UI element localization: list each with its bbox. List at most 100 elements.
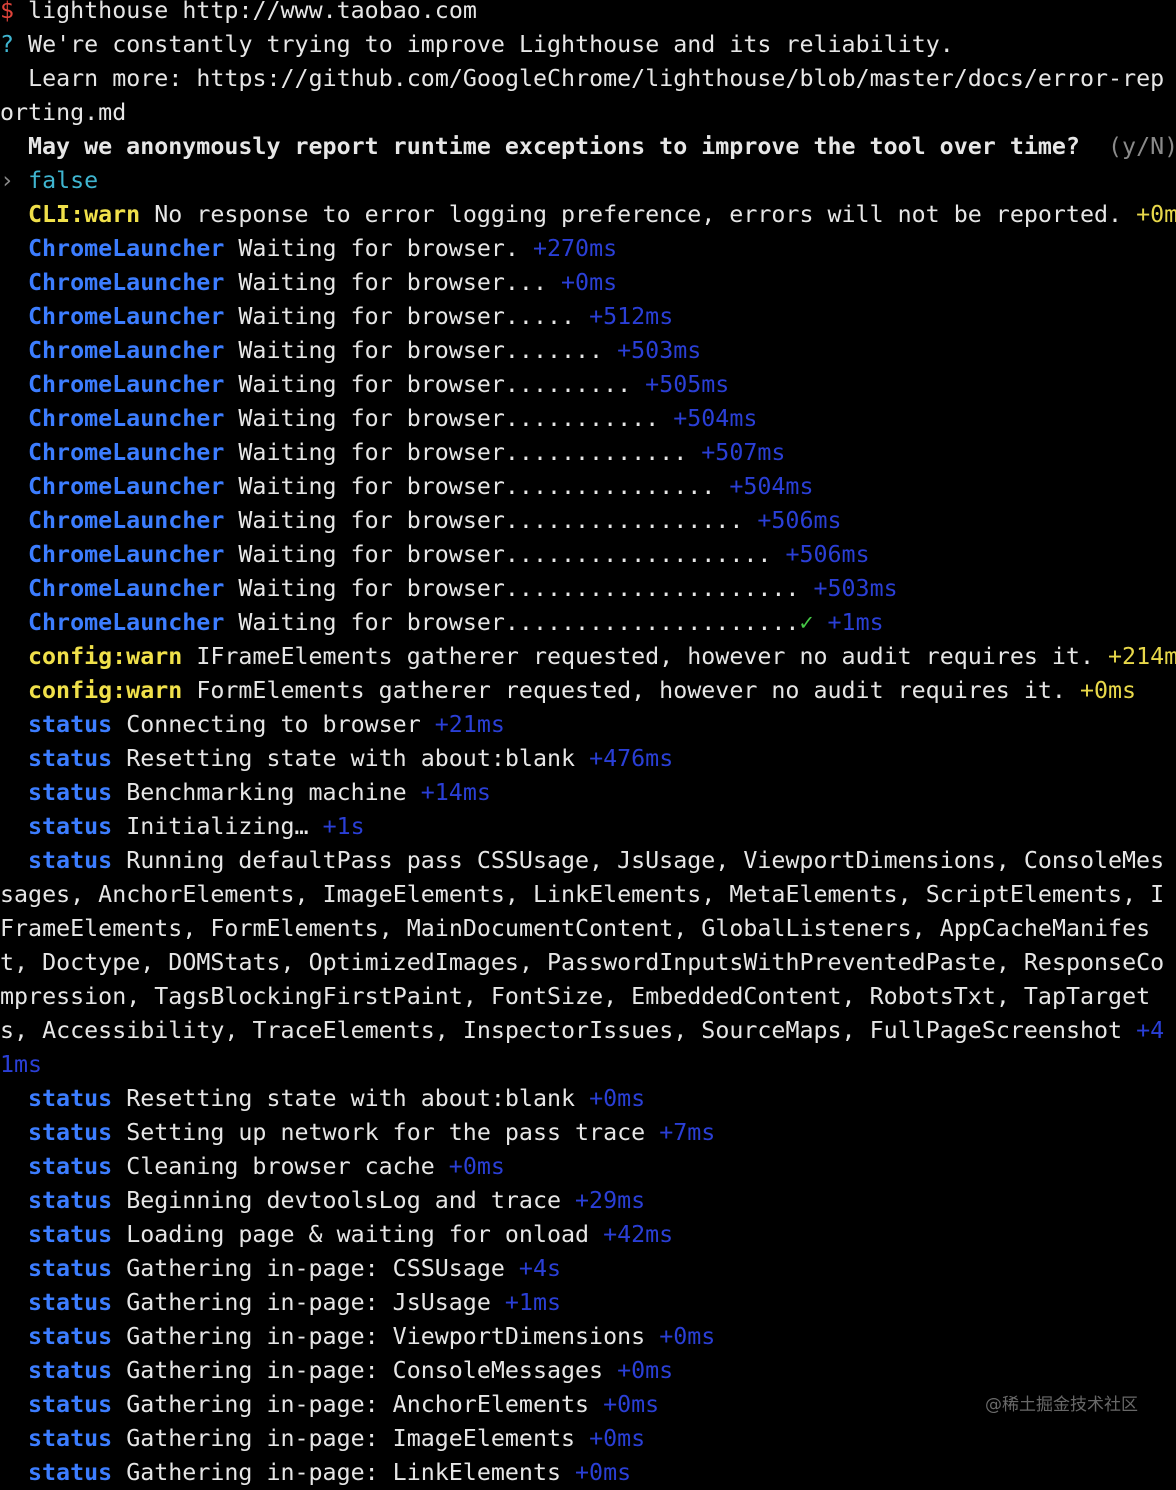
log-message: Resetting state with about:blank <box>126 1085 576 1112</box>
log-tag: status <box>28 711 113 738</box>
log-message: Setting up network for the pass trace <box>126 1119 646 1146</box>
log-message: Waiting for browser............. <box>238 439 688 466</box>
log-line: config:warn IFrameElements gatherer requ… <box>0 640 1176 674</box>
log-message: Waiting for browser..................... <box>238 575 800 602</box>
log-tag: ChromeLauncher <box>28 303 225 330</box>
log-tag: status <box>28 1221 113 1248</box>
log-line: status Gathering in-page: ViewportDimens… <box>0 1320 1176 1354</box>
log-message: Gathering in-page: ConsoleMessages <box>126 1357 604 1384</box>
log-elapsed-time: +0ms <box>448 1153 505 1180</box>
log-elapsed-time: +1ms <box>504 1289 562 1316</box>
answer-value: false <box>28 167 99 194</box>
log-tag: status <box>28 1289 113 1316</box>
log-message: Waiting for browser........... <box>238 405 660 432</box>
terminal-output: $ lighthouse http://www.taobao.com ? We'… <box>0 0 1176 1490</box>
question-line-2: Learn more: https://github.com/GoogleChr… <box>0 65 1165 126</box>
log-elapsed-time: +503ms <box>617 337 702 364</box>
log-tag: status <box>28 847 113 874</box>
log-tag: ChromeLauncher <box>28 575 225 602</box>
log-message: Beginning devtoolsLog and trace <box>126 1187 561 1214</box>
log-message: Waiting for browser................... <box>238 541 772 568</box>
log-line: ChromeLauncher Waiting for browser......… <box>0 606 1176 640</box>
log-message: Waiting for browser............... <box>238 473 716 500</box>
log-lines: CLI:warn No response to error logging pr… <box>0 198 1176 1490</box>
log-tag: ChromeLauncher <box>28 405 225 432</box>
question-line-1: ? We're constantly trying to improve Lig… <box>0 28 1176 62</box>
log-tag: ChromeLauncher <box>28 473 225 500</box>
log-line: status Beginning devtoolsLog and trace +… <box>0 1184 1176 1218</box>
log-tag: ChromeLauncher <box>28 507 225 534</box>
log-message: Waiting for browser... <box>238 269 547 296</box>
log-elapsed-time: +21ms <box>434 711 505 738</box>
question-prompt: May we anonymously report runtime except… <box>28 133 1080 160</box>
log-message: Gathering in-page: ImageElements <box>126 1425 576 1452</box>
log-line: status Loading page & waiting for onload… <box>0 1218 1176 1252</box>
log-elapsed-time: +476ms <box>589 745 674 772</box>
log-tag: status <box>28 1391 113 1418</box>
log-line: ChromeLauncher Waiting for browser......… <box>0 504 1176 538</box>
log-line: ChromeLauncher Waiting for browser......… <box>0 572 1176 606</box>
log-tag: CLI:warn <box>28 201 141 228</box>
log-line: status Gathering in-page: ImageElements … <box>0 1422 1176 1456</box>
log-elapsed-time: +1s <box>322 813 365 840</box>
answer-hint: (y/N) <box>1108 133 1176 160</box>
log-line: status Gathering in-page: JsUsage +1ms <box>0 1286 1176 1320</box>
log-line: ChromeLauncher Waiting for browser. +270… <box>0 232 1176 266</box>
log-tag: ChromeLauncher <box>28 609 225 636</box>
log-message: Waiting for browser......... <box>238 371 632 398</box>
log-message: Benchmarking machine <box>126 779 407 806</box>
log-message: Gathering in-page: LinkElements <box>126 1459 561 1486</box>
log-message: Waiting for browser..... <box>238 303 576 330</box>
log-line: status Running defaultPass pass CSSUsage… <box>0 844 1176 1082</box>
log-message: Gathering in-page: ViewportDimensions <box>126 1323 646 1350</box>
log-message: Gathering in-page: CSSUsage <box>126 1255 505 1282</box>
log-tag: status <box>28 779 113 806</box>
log-message: Gathering in-page: JsUsage <box>126 1289 491 1316</box>
log-tag: config:warn <box>28 677 183 704</box>
log-elapsed-time: +506ms <box>757 507 842 534</box>
log-line: status Setting up network for the pass t… <box>0 1116 1176 1150</box>
log-tag: ChromeLauncher <box>28 337 225 364</box>
log-line: ChromeLauncher Waiting for browser..... … <box>0 300 1176 334</box>
log-elapsed-time: +512ms <box>589 303 674 330</box>
log-elapsed-time: +0ms <box>1079 677 1137 704</box>
log-elapsed-time: +7ms <box>659 1119 716 1146</box>
log-elapsed-time: +0ms <box>659 1323 716 1350</box>
log-message: Initializing… <box>126 813 309 840</box>
log-line: ChromeLauncher Waiting for browser......… <box>0 436 1176 470</box>
log-line: status Resetting state with about:blank … <box>0 742 1176 776</box>
log-message: Waiting for browser....... <box>238 337 604 364</box>
log-message: Waiting for browser..................... <box>238 609 800 636</box>
log-elapsed-time: +0ms <box>603 1391 660 1418</box>
question-prompt-line: May we anonymously report runtime except… <box>0 130 1176 164</box>
log-message: Waiting for browser. <box>238 235 519 262</box>
log-tag: status <box>28 813 113 840</box>
log-elapsed-time: +0ms <box>589 1425 646 1452</box>
log-elapsed-time: +4s <box>518 1255 561 1282</box>
question-mark-icon: ? <box>0 31 15 58</box>
log-elapsed-time: +0ms <box>561 269 618 296</box>
log-message: Waiting for browser................. <box>238 507 744 534</box>
log-message: IFrameElements gatherer requested, howev… <box>196 643 1094 670</box>
log-message: No response to error logging preference,… <box>154 201 1123 228</box>
log-message: Connecting to browser <box>126 711 421 738</box>
log-line: status Benchmarking machine +14ms <box>0 776 1176 810</box>
command-text: lighthouse http://www.taobao.com <box>14 0 477 24</box>
log-elapsed-time: +504ms <box>729 473 814 500</box>
chevron-right-icon: › <box>0 167 15 194</box>
log-line: ChromeLauncher Waiting for browser......… <box>0 368 1176 402</box>
log-tag: ChromeLauncher <box>28 235 225 262</box>
log-elapsed-time: +505ms <box>645 371 730 398</box>
log-elapsed-time: +270ms <box>532 235 618 262</box>
log-line: ChromeLauncher Waiting for browser... +0… <box>0 266 1176 300</box>
log-line: ChromeLauncher Waiting for browser......… <box>0 538 1176 572</box>
log-line: status Cleaning browser cache +0ms <box>0 1150 1176 1184</box>
log-elapsed-time: +0ms <box>617 1357 674 1384</box>
log-line: status Resetting state with about:blank … <box>0 1082 1176 1116</box>
log-elapsed-time: +29ms <box>575 1187 646 1214</box>
log-elapsed-time: +0ms <box>589 1085 646 1112</box>
log-tag: ChromeLauncher <box>28 371 225 398</box>
log-elapsed-time: +0ms <box>575 1459 632 1486</box>
log-elapsed-time: +1ms <box>827 609 884 636</box>
log-tag: status <box>28 1323 113 1350</box>
